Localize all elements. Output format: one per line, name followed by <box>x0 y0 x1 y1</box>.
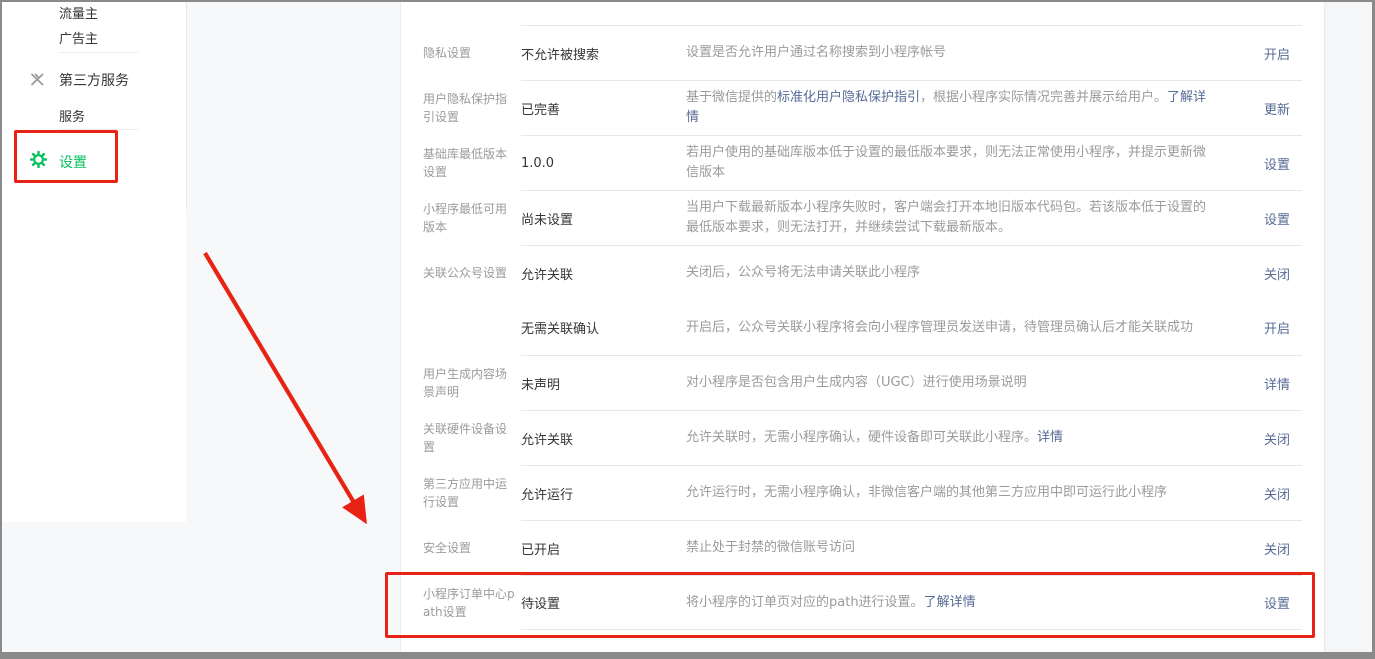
sidebar-item-traffic[interactable]: 流量主 <box>59 3 98 22</box>
setting-label: 第三方应用中运行设置 <box>423 465 521 520</box>
sidebar-divider-vertical <box>186 2 187 209</box>
table-row: 无需关联确认 开启后，公众号关联小程序将会向小程序管理员发送申请，待管理员确认后… <box>423 300 1324 355</box>
setting-action-link[interactable]: 开启 <box>1232 44 1302 63</box>
inline-link[interactable]: 了解详情 <box>924 595 976 610</box>
setting-label: 基础库最低版本设置 <box>423 135 521 190</box>
description-text: 允许运行时，无需小程序确认，非微信客户端的其他第三方应用中即可运行此小程序 <box>686 485 1167 500</box>
table-row: 小程序订单中心path设置 待设置 将小程序的订单页对应的path进行设置。了解… <box>423 575 1324 630</box>
table-row: 关联公众号设置 允许关联 关闭后，公众号将无法申请关联此小程序 关闭 <box>423 245 1324 300</box>
gear-icon <box>30 151 47 172</box>
row-inner: 允许关联 关闭后，公众号将无法申请关联此小程序 关闭 <box>521 245 1302 300</box>
row-inner: 未声明 对小程序是否包含用户生成内容（UGC）进行使用场景说明 详情 <box>521 355 1302 410</box>
setting-value: 尚未设置 <box>521 209 686 228</box>
settings-table: 隐私设置 不允许被搜索 设置是否允许用户通过名称搜索到小程序帐号 开启 用户隐私… <box>400 2 1324 652</box>
row-inner: 不允许被搜索 设置是否允许用户通过名称搜索到小程序帐号 开启 <box>521 25 1302 80</box>
setting-value: 待设置 <box>521 593 686 612</box>
table-row: 第三方应用中运行设置 允许运行 允许运行时，无需小程序确认，非微信客户端的其他第… <box>423 465 1324 520</box>
wechat-mp-console-window: 流量主 广告主 第三方服务 服务 <box>0 0 1375 659</box>
setting-label: 小程序最低可用版本 <box>423 190 521 245</box>
sidebar-item-settings[interactable]: 设置 <box>59 152 87 172</box>
table-row: 用户隐私保护指引设置 已完善 基于微信提供的标准化用户隐私保护指引，根据小程序实… <box>423 80 1324 135</box>
table-row: 安全设置 已开启 禁止处于封禁的微信账号访问 关闭 <box>423 520 1324 575</box>
inline-link[interactable]: 标准化用户隐私保护指引 <box>777 90 920 105</box>
row-inner: 已开启 禁止处于封禁的微信账号访问 关闭 <box>521 520 1302 575</box>
setting-label: 隐私设置 <box>423 25 521 80</box>
setting-action-link[interactable]: 开启 <box>1232 318 1302 337</box>
setting-description: 设置是否允许用户通过名称搜索到小程序帐号 <box>686 43 1232 63</box>
setting-value: 已完善 <box>521 99 686 118</box>
setting-action-link[interactable]: 设置 <box>1232 593 1302 612</box>
row-inner: 尚未设置 当用户下载最新版本小程序失败时，客户端会打开本地旧版本代码包。若该版本… <box>521 190 1302 245</box>
row-inner: 1.0.0 若用户使用的基础库版本低于设置的最低版本要求，则无法正常使用小程序，… <box>521 135 1302 190</box>
setting-label: 用户隐私保护指引设置 <box>423 80 521 135</box>
description-text: 关闭后，公众号将无法申请关联此小程序 <box>686 265 920 280</box>
setting-description: 关闭后，公众号将无法申请关联此小程序 <box>686 263 1232 283</box>
description-text: 允许关联时，无需小程序确认，硬件设备即可关联此小程序。 <box>686 430 1037 445</box>
description-text: 禁止处于封禁的微信账号访问 <box>686 540 855 555</box>
setting-value: 允许运行 <box>521 484 686 503</box>
table-row: 隐私设置 不允许被搜索 设置是否允许用户通过名称搜索到小程序帐号 开启 <box>423 25 1324 80</box>
setting-value: 1.0.0 <box>521 156 686 171</box>
setting-action-link[interactable]: 设置 <box>1232 209 1302 228</box>
description-text: 将小程序的订单页对应的path进行设置。 <box>686 595 924 610</box>
description-text: 基于微信提供的 <box>686 90 777 105</box>
table-row: 小程序最低可用版本 尚未设置 当用户下载最新版本小程序失败时，客户端会打开本地旧… <box>423 190 1324 245</box>
setting-description: 若用户使用的基础库版本低于设置的最低版本要求，则无法正常使用小程序，并提示更新微… <box>686 143 1232 183</box>
setting-description: 开启后，公众号关联小程序将会向小程序管理员发送申请，待管理员确认后才能关联成功 <box>686 318 1232 338</box>
description-text: 设置是否允许用户通过名称搜索到小程序帐号 <box>686 45 946 60</box>
setting-value: 允许关联 <box>521 264 686 283</box>
row-inner: 允许关联 允许关联时，无需小程序确认，硬件设备即可关联此小程序。详情 关闭 <box>521 410 1302 465</box>
setting-label: 安全设置 <box>423 520 521 575</box>
description-text: 当用户下载最新版本小程序失败时，客户端会打开本地旧版本代码包。若该版本低于设置的… <box>686 200 1206 235</box>
setting-action-link[interactable]: 关闭 <box>1232 539 1302 558</box>
table-row: 用户生成内容场景声明 未声明 对小程序是否包含用户生成内容（UGC）进行使用场景… <box>423 355 1324 410</box>
setting-action-link[interactable]: 详情 <box>1232 374 1302 393</box>
setting-description: 当用户下载最新版本小程序失败时，客户端会打开本地旧版本代码包。若该版本低于设置的… <box>686 198 1232 238</box>
setting-description: 将小程序的订单页对应的path进行设置。了解详情 <box>686 593 1232 613</box>
description-text: 对小程序是否包含用户生成内容（UGC）进行使用场景说明 <box>686 375 1027 390</box>
setting-description: 对小程序是否包含用户生成内容（UGC）进行使用场景说明 <box>686 373 1232 393</box>
setting-label: 关联硬件设备设置 <box>423 410 521 465</box>
description-text: ，根据小程序实际情况完善并展示给用户。 <box>920 90 1167 105</box>
description-text: 若用户使用的基础库版本低于设置的最低版本要求，则无法正常使用小程序，并提示更新微… <box>686 145 1206 180</box>
sidebar-item-third-party[interactable]: 第三方服务 <box>59 70 129 90</box>
setting-label: 关联公众号设置 <box>423 245 521 300</box>
setting-action-link[interactable]: 关闭 <box>1232 429 1302 448</box>
row-inner: 待设置 将小程序的订单页对应的path进行设置。了解详情 设置 <box>521 575 1302 630</box>
table-row: 基础库最低版本设置 1.0.0 若用户使用的基础库版本低于设置的最低版本要求，则… <box>423 135 1324 190</box>
setting-value: 允许关联 <box>521 429 686 448</box>
setting-value: 不允许被搜索 <box>521 44 686 63</box>
row-inner: 允许运行 允许运行时，无需小程序确认，非微信客户端的其他第三方应用中即可运行此小… <box>521 465 1302 520</box>
sidebar-item-service[interactable]: 服务 <box>59 106 85 125</box>
setting-label: 用户生成内容场景声明 <box>423 355 521 410</box>
setting-label <box>423 300 521 355</box>
sidebar-item-advertiser[interactable]: 广告主 <box>59 28 98 47</box>
setting-action-link[interactable]: 更新 <box>1232 99 1302 118</box>
setting-description: 基于微信提供的标准化用户隐私保护指引，根据小程序实际情况完善并展示给用户。了解详… <box>686 88 1232 128</box>
setting-label: 小程序订单中心path设置 <box>423 575 521 630</box>
setting-value: 无需关联确认 <box>521 318 686 337</box>
content-left-gutter <box>187 2 400 652</box>
third-party-services-icon <box>30 71 45 90</box>
sidebar-section-divider <box>59 129 139 130</box>
setting-description: 允许关联时，无需小程序确认，硬件设备即可关联此小程序。详情 <box>686 428 1232 448</box>
setting-action-link[interactable]: 关闭 <box>1232 484 1302 503</box>
setting-action-link[interactable]: 关闭 <box>1232 264 1302 283</box>
sidebar-section-divider <box>59 52 139 53</box>
setting-description: 允许运行时，无需小程序确认，非微信客户端的其他第三方应用中即可运行此小程序 <box>686 483 1232 503</box>
description-text: 开启后，公众号关联小程序将会向小程序管理员发送申请，待管理员确认后才能关联成功 <box>686 320 1193 335</box>
setting-value: 已开启 <box>521 539 686 558</box>
row-inner: 无需关联确认 开启后，公众号关联小程序将会向小程序管理员发送申请，待管理员确认后… <box>521 300 1302 355</box>
setting-description: 禁止处于封禁的微信账号访问 <box>686 538 1232 558</box>
table-row: 关联硬件设备设置 允许关联 允许关联时，无需小程序确认，硬件设备即可关联此小程序… <box>423 410 1324 465</box>
inline-link[interactable]: 详情 <box>1037 430 1063 445</box>
setting-value: 未声明 <box>521 374 686 393</box>
setting-action-link[interactable]: 设置 <box>1232 154 1302 173</box>
page-right-margin <box>1324 2 1372 652</box>
sidebar: 流量主 广告主 第三方服务 服务 <box>2 2 187 652</box>
row-inner: 已完善 基于微信提供的标准化用户隐私保护指引，根据小程序实际情况完善并展示给用户… <box>521 80 1302 135</box>
